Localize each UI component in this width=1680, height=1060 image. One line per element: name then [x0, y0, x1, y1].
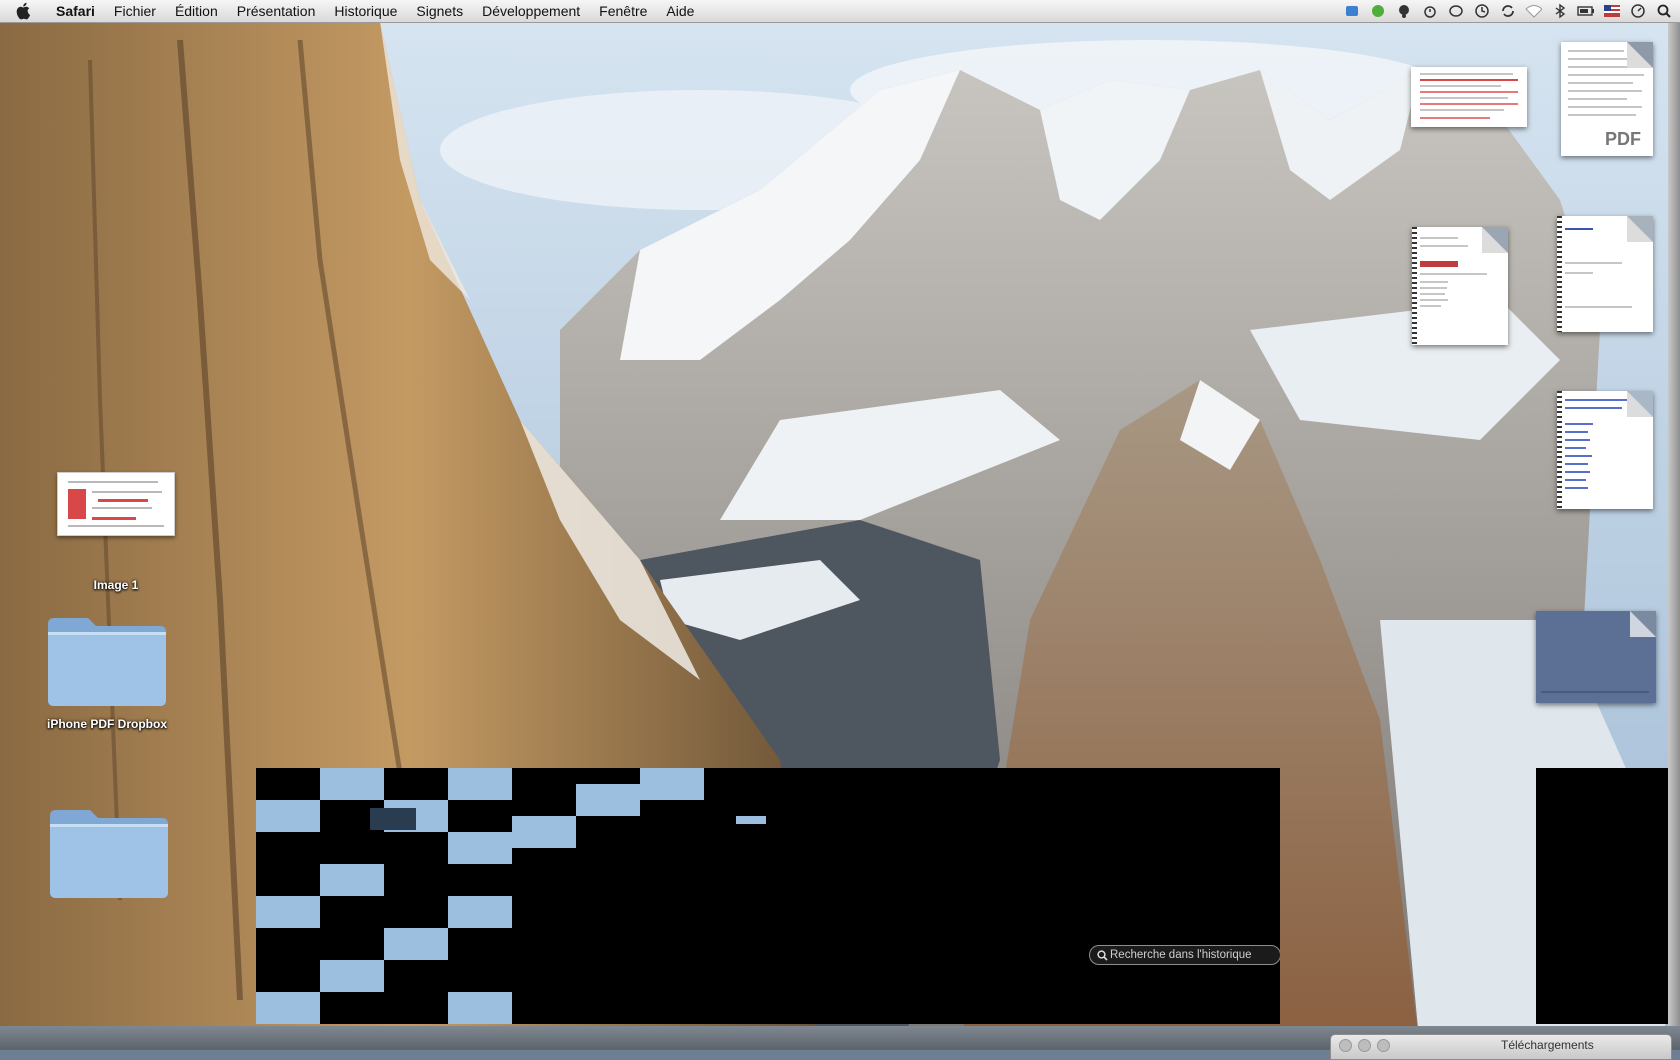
- history-tile: [448, 768, 512, 800]
- dropbox-icon[interactable]: [1343, 3, 1360, 20]
- history-search-field[interactable]: [1089, 945, 1280, 965]
- history-tile: [320, 960, 384, 992]
- document-thumbnail-2[interactable]: [1412, 227, 1508, 345]
- document-thumbnail-4[interactable]: [1557, 391, 1653, 509]
- downloads-window[interactable]: Téléchargements: [1330, 1034, 1672, 1060]
- desktop-icon-label: Image 1: [93, 578, 139, 592]
- close-button[interactable]: [1339, 1039, 1352, 1052]
- chat-icon[interactable]: [1447, 3, 1464, 20]
- document-thumbnail-5[interactable]: [1536, 611, 1656, 703]
- menu-bar: Safari Fichier Édition Présentation Hist…: [0, 0, 1680, 23]
- desktop-icon-folder[interactable]: [44, 804, 174, 909]
- time-machine-icon[interactable]: [1473, 3, 1490, 20]
- minimize-button[interactable]: [1358, 1039, 1371, 1052]
- menu-signets[interactable]: Signets: [416, 3, 463, 19]
- clock-icon[interactable]: [1629, 3, 1646, 20]
- apple-menu-icon[interactable]: [16, 2, 38, 20]
- magnifier-icon: [1094, 949, 1110, 961]
- history-tile: [736, 816, 766, 824]
- history-tile: [256, 992, 320, 1024]
- history-tile: [448, 992, 512, 1024]
- desktop-icon-iphone-pdf-dropbox[interactable]: iPhone PDF Dropbox: [42, 612, 172, 731]
- menu-edition[interactable]: Édition: [175, 3, 218, 19]
- adium-icon[interactable]: [1395, 3, 1412, 20]
- flag-icon[interactable]: [1603, 3, 1620, 20]
- menu-extras: [1343, 0, 1672, 22]
- safari-history-window[interactable]: [256, 768, 1280, 1024]
- menu-historique[interactable]: Historique: [334, 3, 397, 19]
- battery-icon[interactable]: [1577, 3, 1594, 20]
- evernote-icon[interactable]: [1369, 3, 1386, 20]
- folder-icon: [48, 618, 166, 706]
- menu-fenetre[interactable]: Fenêtre: [599, 3, 647, 19]
- history-tile: [384, 928, 448, 960]
- history-tile: [256, 896, 320, 928]
- history-tile: [448, 896, 512, 928]
- folder-icon: [50, 810, 168, 898]
- zoom-button[interactable]: [1377, 1039, 1390, 1052]
- wifi-icon[interactable]: [1525, 3, 1542, 20]
- black-window-fragment: [1536, 768, 1668, 1024]
- document-thumbnail-1[interactable]: [1411, 67, 1527, 127]
- spotlight-icon[interactable]: [1655, 3, 1672, 20]
- menu-presentation[interactable]: Présentation: [237, 3, 316, 19]
- history-tile: [320, 864, 384, 896]
- history-tile: [370, 808, 416, 830]
- desktop-icon-image1[interactable]: Image 1: [56, 472, 176, 592]
- bluetooth-icon[interactable]: [1551, 3, 1568, 20]
- history-tile: [448, 832, 512, 864]
- history-tile: [320, 768, 384, 800]
- document-thumbnail-3[interactable]: [1557, 216, 1653, 332]
- history-tile: [640, 768, 704, 800]
- menu-aide[interactable]: Aide: [666, 3, 694, 19]
- menu-fichier[interactable]: Fichier: [114, 3, 156, 19]
- sync-icon[interactable]: [1499, 3, 1516, 20]
- image-thumbnail-icon: [57, 472, 175, 536]
- time-icon[interactable]: [1421, 3, 1438, 20]
- window-controls: [1339, 1039, 1390, 1052]
- pdf-document-icon[interactable]: PDF: [1561, 42, 1653, 156]
- history-tile: [256, 800, 320, 832]
- menu-app-safari[interactable]: Safari: [56, 3, 95, 19]
- history-search-input[interactable]: [1110, 949, 1270, 961]
- desktop-icon-label: iPhone PDF Dropbox: [47, 717, 167, 731]
- history-tile: [576, 784, 640, 816]
- window-edge: [1668, 22, 1680, 1050]
- history-tile: [512, 816, 576, 848]
- pdf-label: PDF: [1605, 129, 1641, 149]
- menu-developpement[interactable]: Développement: [482, 3, 580, 19]
